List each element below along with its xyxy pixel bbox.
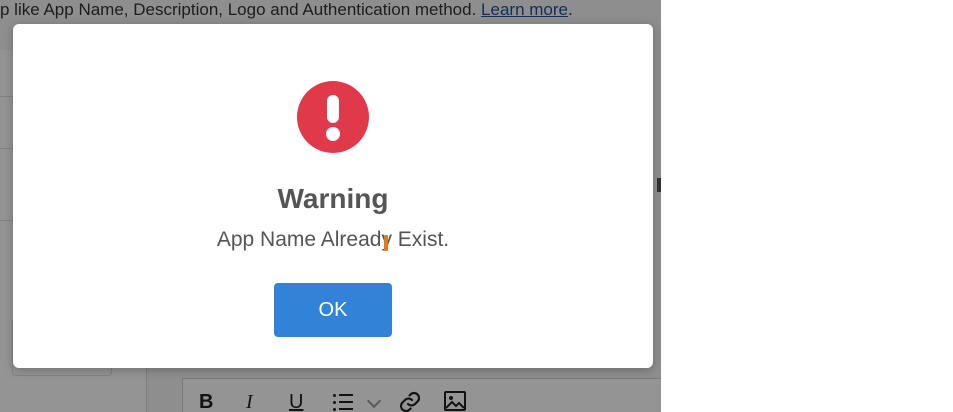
ok-button[interactable]: OK: [274, 283, 392, 337]
dialog-title: Warning: [277, 183, 389, 214]
warning-dialog: Warning App Name Already Exist. OK: [13, 24, 653, 368]
page: p like App Name, Description, Logo and A…: [0, 0, 953, 412]
dialog-message: App Name Already Exist.: [216, 228, 450, 251]
text-cursor-marker: [384, 235, 388, 251]
exclamation-circle-icon: [297, 81, 369, 153]
